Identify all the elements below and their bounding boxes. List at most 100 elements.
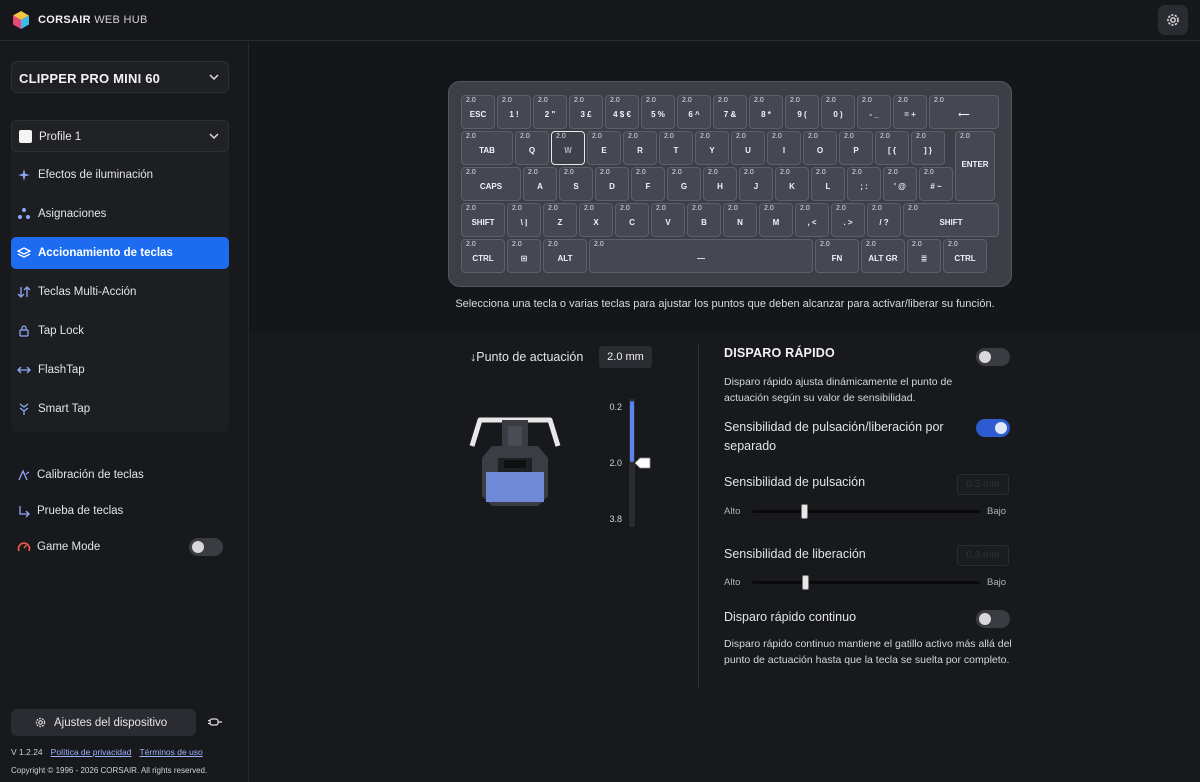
key-actuation-value: 2.0 [700,133,710,140]
key[interactable]: 2.0 0 ) [821,95,855,129]
key[interactable]: 2.0 T [659,131,693,165]
key[interactable]: 2.0 9 ( [785,95,819,129]
key[interactable]: 2.0 Q [515,131,549,165]
nav-game-mode[interactable]: Game Mode [11,533,229,561]
release-sensitivity-input[interactable]: 0.3 mm [957,545,1009,566]
device-settings-button[interactable]: Ajustes del dispositivo [11,709,196,736]
key[interactable]: 2.0 6 ^ [677,95,711,129]
nav-lighting-effects[interactable]: Efectos de iluminación [11,159,229,191]
key[interactable]: 2.0 B [687,203,721,237]
nav-assignments[interactable]: Asignaciones [11,198,229,230]
key[interactable]: 2.0 ⊞ [507,239,541,273]
privacy-link[interactable]: Política de privacidad [51,747,132,757]
profile-select[interactable]: Profile 1 [11,120,229,152]
key[interactable]: 2.0 I [767,131,801,165]
key[interactable]: 2.0 U [731,131,765,165]
actuation-slider-handle[interactable] [635,457,651,469]
key[interactable]: 2.0 ' @ [883,167,917,201]
key[interactable]: 2.0 [ { [875,131,909,165]
toggle-knob [995,422,1007,434]
key[interactable]: 2.0 W [551,131,585,165]
key[interactable]: 2.0 CAPS [461,167,521,201]
smart-tap-icon [19,403,29,415]
nav-smart-tap[interactable]: Smart Tap [11,393,229,425]
key[interactable]: 2.0 F [631,167,665,201]
key[interactable]: 2.0 2 " [533,95,567,129]
key[interactable]: 2.0 TAB [461,131,513,165]
key[interactable]: 2.0 = + [893,95,927,129]
nav-flashtap[interactable]: FlashTap [11,354,229,386]
key[interactable]: 2.0 V [651,203,685,237]
slider-thumb[interactable] [801,504,808,519]
key[interactable]: 2.0 ALT [543,239,587,273]
key[interactable]: 2.0 \ | [507,203,541,237]
key[interactable]: 2.0 E [587,131,621,165]
key[interactable]: 2.0 R [623,131,657,165]
terms-link[interactable]: Términos de uso [139,747,202,757]
key[interactable]: 2.0 H [703,167,737,201]
key[interactable]: 2.0 — [589,239,813,273]
key-label: ' @ [894,182,906,191]
key[interactable]: 2.0 Z [543,203,577,237]
press-sensitivity-input[interactable]: 0.3 mm [957,474,1009,495]
key[interactable]: 2.0 , < [795,203,829,237]
continuous-rapid-toggle[interactable] [976,610,1010,628]
key[interactable]: 2.0 D [595,167,629,201]
nav-key-calibration[interactable]: Calibración de teclas [11,461,229,489]
key[interactable]: 2.0 CTRL [943,239,987,273]
key-actuation-value: 2.0 [916,133,926,140]
key[interactable]: 2.0 K [775,167,809,201]
key[interactable]: 2.0 ALT GR [861,239,905,273]
key[interactable]: 2.0 CTRL [461,239,505,273]
nav-multi-action[interactable]: Teclas Multi-Acción [11,276,229,308]
key[interactable]: 2.0 / ? [867,203,901,237]
plug-icon[interactable] [207,714,223,730]
device-select[interactable]: CLIPPER PRO MINI 60 [11,61,229,93]
separate-sensitivity-toggle[interactable] [976,419,1010,437]
key[interactable]: 2.0 ; : [847,167,881,201]
key[interactable]: 2.0 # ~ [919,167,953,201]
key[interactable]: 2.0 C [615,203,649,237]
rapid-trigger-toggle[interactable] [976,348,1010,366]
key[interactable]: 2.0 3 £ [569,95,603,129]
key[interactable]: 2.0 ⟵ [929,95,999,129]
key[interactable]: 2.0 ENTER [955,131,995,201]
key[interactable]: 2.0 8 * [749,95,783,129]
key[interactable]: 2.0 S [559,167,593,201]
key[interactable]: 2.0] } [911,131,945,165]
nav-key-actuation[interactable]: Accionamiento de teclas [11,237,229,269]
key[interactable]: 2.0 4 $ € [605,95,639,129]
key[interactable]: 2.0 FN [815,239,859,273]
key[interactable]: 2.0 Y [695,131,729,165]
key[interactable]: 2.0 ≣ [907,239,941,273]
key[interactable]: 2.0 SHIFT [461,203,505,237]
key[interactable]: 2.0 L [811,167,845,201]
profile-color-swatch [19,130,32,143]
key[interactable]: 2.0 SHIFT [903,203,999,237]
key[interactable]: 2.0 J [739,167,773,201]
nav-key-test[interactable]: Prueba de teclas [11,497,229,525]
key-label: 4 $ € [613,110,631,119]
key[interactable]: 2.0 P [839,131,873,165]
nav-tap-lock[interactable]: Tap Lock [11,315,229,347]
key[interactable]: 2.0 5 % [641,95,675,129]
settings-button[interactable] [1158,5,1188,35]
key[interactable]: 2.0 A [523,167,557,201]
key[interactable]: 2.0 X [579,203,613,237]
key[interactable]: 2.0 M [759,203,793,237]
key[interactable]: 2.0 . > [831,203,865,237]
key-actuation-value: 2.0 [594,241,604,248]
key[interactable]: 2.0 1 ! [497,95,531,129]
slider-thumb[interactable] [802,575,809,590]
release-sensitivity-slider[interactable] [752,575,980,590]
key[interactable]: 2.0 ESC [461,95,495,129]
key[interactable]: 2.0 - _ [857,95,891,129]
arrows-horizontal-icon [17,366,31,374]
key[interactable]: 2.0 G [667,167,701,201]
key[interactable]: 2.0 O [803,131,837,165]
actuation-value-input[interactable]: 2.0 mm [599,346,652,368]
key[interactable]: 2.0 7 & [713,95,747,129]
key[interactable]: 2.0 N [723,203,757,237]
press-sensitivity-slider[interactable] [752,504,980,519]
game-mode-toggle[interactable] [189,538,223,556]
